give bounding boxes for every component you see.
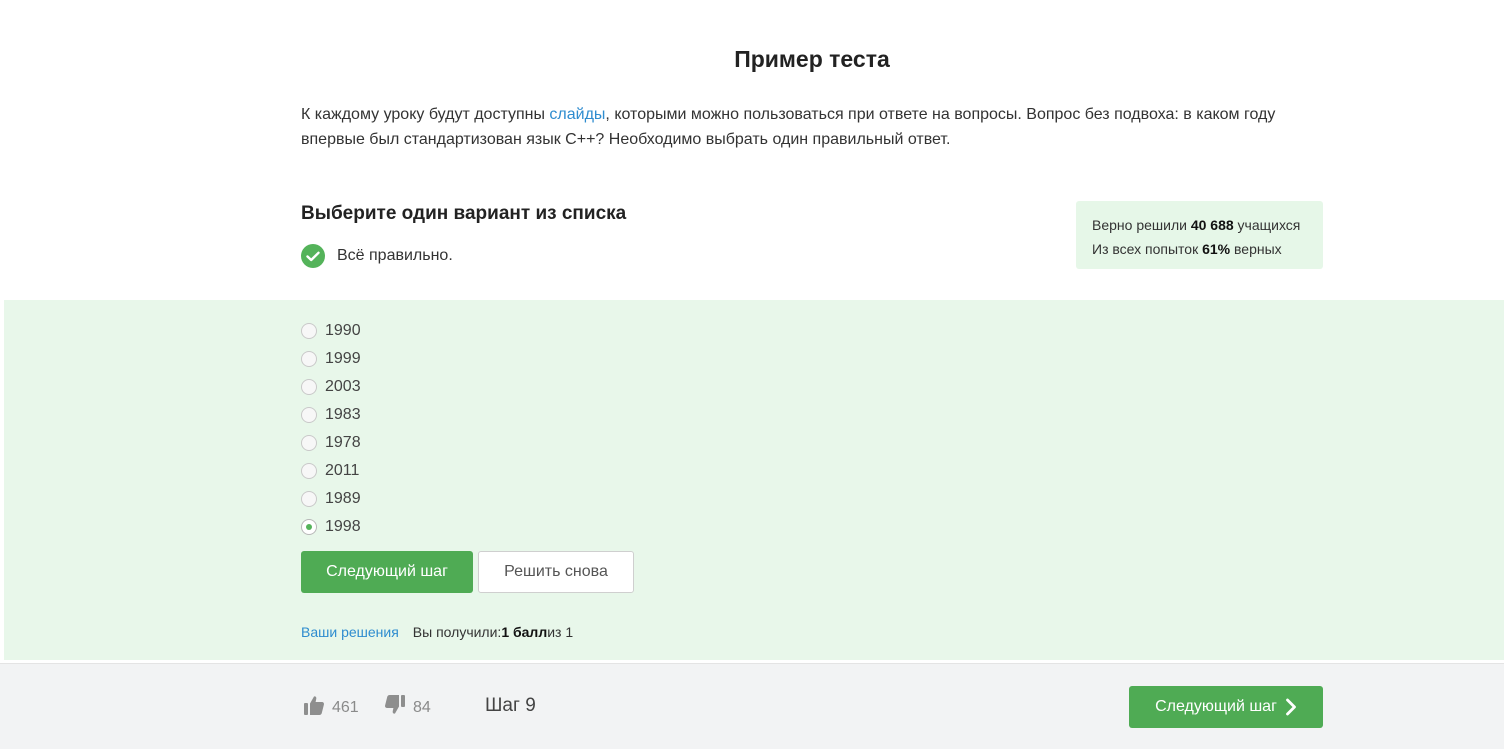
radio-button[interactable] — [301, 519, 317, 535]
chevron-right-icon — [1285, 698, 1297, 716]
answer-area: 1990 1999 2003 1983 1978 2011 1989 1998 … — [4, 300, 1504, 660]
option-label: 1989 — [325, 490, 361, 507]
footer-next-step-button[interactable]: Следующий шаг — [1129, 686, 1323, 728]
retry-button[interactable]: Решить снова — [478, 551, 634, 593]
option-label: 1978 — [325, 434, 361, 451]
option-label: 2011 — [325, 462, 360, 479]
footer-next-label: Следующий шаг — [1155, 698, 1277, 715]
like-button[interactable]: 461 — [303, 694, 359, 721]
correct-status-text: Всё правильно. — [337, 247, 453, 264]
stats-attempts-prefix: Из всех попыток — [1092, 241, 1203, 257]
dislikes-count: 84 — [413, 698, 431, 716]
radio-button[interactable] — [301, 491, 317, 507]
stats-solved-suffix: учащихся — [1233, 217, 1301, 233]
next-step-button[interactable]: Следующий шаг — [301, 551, 473, 593]
option-1990[interactable]: 1990 — [301, 317, 361, 345]
option-label: 1990 — [325, 322, 361, 339]
option-1999[interactable]: 1999 — [301, 345, 361, 373]
option-label: 1999 — [325, 350, 361, 367]
radio-button[interactable] — [301, 379, 317, 395]
result-suffix: из 1 — [547, 624, 574, 640]
intro-text: К каждому уроку будут доступны слайды, к… — [301, 102, 1331, 152]
page-title: Пример теста — [734, 46, 890, 72]
intro-text-before: К каждому уроку будут доступны — [301, 106, 550, 123]
slides-link[interactable]: слайды — [549, 106, 605, 123]
stats-solved-prefix: Верно решили — [1092, 217, 1191, 233]
radio-button[interactable] — [301, 351, 317, 367]
stats-attempts-suffix: верных — [1230, 241, 1282, 257]
option-2003[interactable]: 2003 — [301, 373, 361, 401]
option-1998[interactable]: 1998 — [301, 513, 361, 541]
result-line: Ваши решения Вы получили: 1 балл из 1 — [301, 624, 573, 640]
likes-count: 461 — [332, 698, 359, 716]
footer-bar: 461 84 Шаг 9 Следующий шаг — [0, 663, 1504, 749]
stats-attempts: Из всех попыток 61% верных — [1092, 237, 1307, 261]
dislike-button[interactable]: 84 — [384, 694, 431, 721]
thumbs-down-icon — [384, 694, 406, 721]
your-solutions-link[interactable]: Ваши решения — [301, 624, 399, 640]
option-1983[interactable]: 1983 — [301, 401, 361, 429]
option-2011[interactable]: 2011 — [301, 457, 361, 485]
correct-status: Всё правильно. — [301, 244, 453, 268]
stats-attempts-percent: 61% — [1202, 241, 1231, 257]
option-1978[interactable]: 1978 — [301, 429, 361, 457]
radio-button[interactable] — [301, 323, 317, 339]
radio-button[interactable] — [301, 435, 317, 451]
check-circle-icon — [301, 244, 325, 268]
result-score: 1 балл — [501, 624, 548, 640]
stats-box: Верно решили 40 688 учащихся Из всех поп… — [1076, 201, 1323, 269]
option-1989[interactable]: 1989 — [301, 485, 361, 513]
result-prefix: Вы получили: — [412, 624, 502, 640]
thumbs-up-icon — [303, 694, 325, 721]
question-heading: Выберите один вариант из списка — [301, 203, 627, 224]
option-label: 2003 — [325, 378, 361, 395]
stats-solved-count: 40 688 — [1190, 217, 1234, 233]
stats-solved: Верно решили 40 688 учащихся — [1092, 213, 1307, 237]
step-label: Шаг 9 — [485, 695, 536, 716]
option-label: 1998 — [325, 518, 361, 535]
options-list: 1990 1999 2003 1983 1978 2011 1989 1998 — [301, 317, 361, 541]
option-label: 1983 — [325, 406, 361, 423]
radio-button[interactable] — [301, 407, 317, 423]
radio-button[interactable] — [301, 463, 317, 479]
